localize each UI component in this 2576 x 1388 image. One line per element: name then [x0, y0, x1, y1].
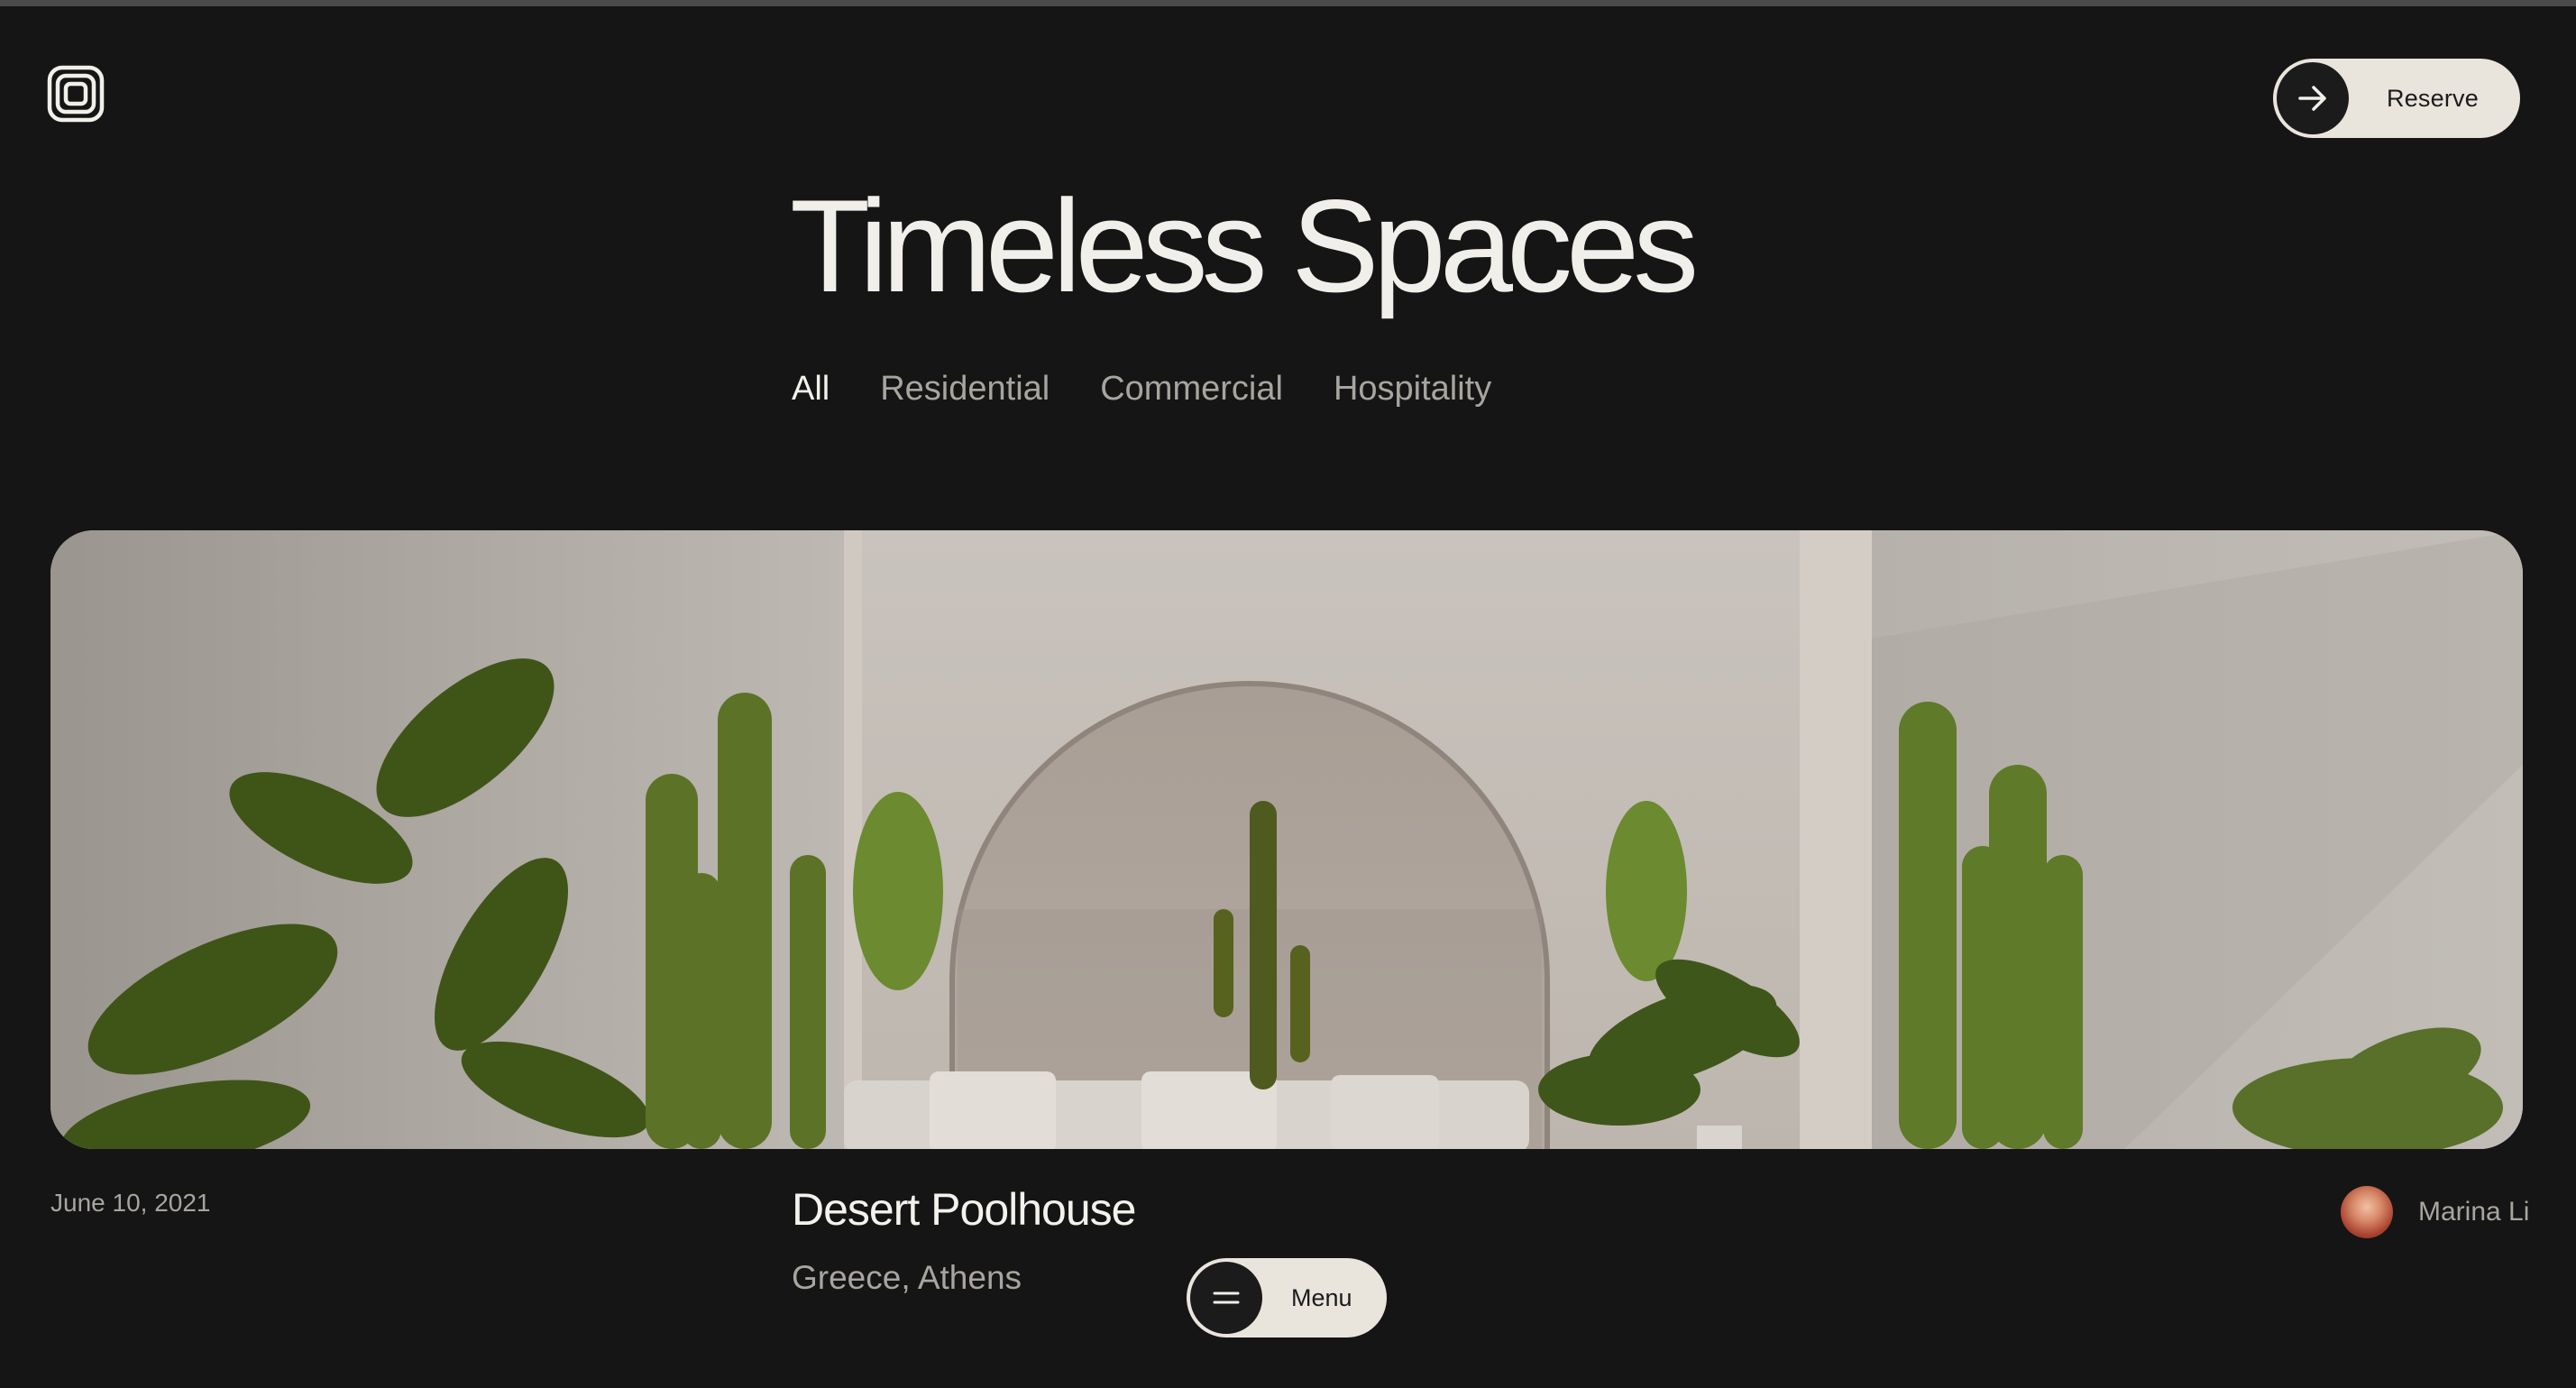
- author-name: Marina Li: [2418, 1197, 2530, 1227]
- tab-commercial[interactable]: Commercial: [1100, 370, 1283, 409]
- tab-residential[interactable]: Residential: [880, 370, 1050, 409]
- project-date: June 10, 2021: [50, 1189, 211, 1217]
- menu-button[interactable]: Menu: [1184, 1255, 1389, 1340]
- author[interactable]: Marina Li: [2341, 1185, 2529, 1239]
- hamburger-icon: [1190, 1262, 1262, 1334]
- reserve-label: Reserve: [2387, 85, 2479, 112]
- project-title[interactable]: Desert Poolhouse: [792, 1183, 1136, 1236]
- project-hero-image[interactable]: [50, 530, 2523, 1149]
- reserve-button[interactable]: Reserve: [2270, 56, 2523, 141]
- tab-hospitality[interactable]: Hospitality: [1334, 370, 1491, 409]
- page-title: Timeless Spaces: [790, 172, 1699, 319]
- window-top-border: [0, 0, 2576, 6]
- avatar: [2341, 1186, 2393, 1238]
- arrow-right-icon: [2277, 62, 2349, 134]
- category-tabs: All Residential Commercial Hospitality: [792, 370, 1491, 409]
- project-location: Greece, Athens: [792, 1259, 1022, 1296]
- tab-all[interactable]: All: [792, 370, 830, 409]
- logo-icon[interactable]: [47, 65, 105, 123]
- menu-label: Menu: [1291, 1284, 1352, 1311]
